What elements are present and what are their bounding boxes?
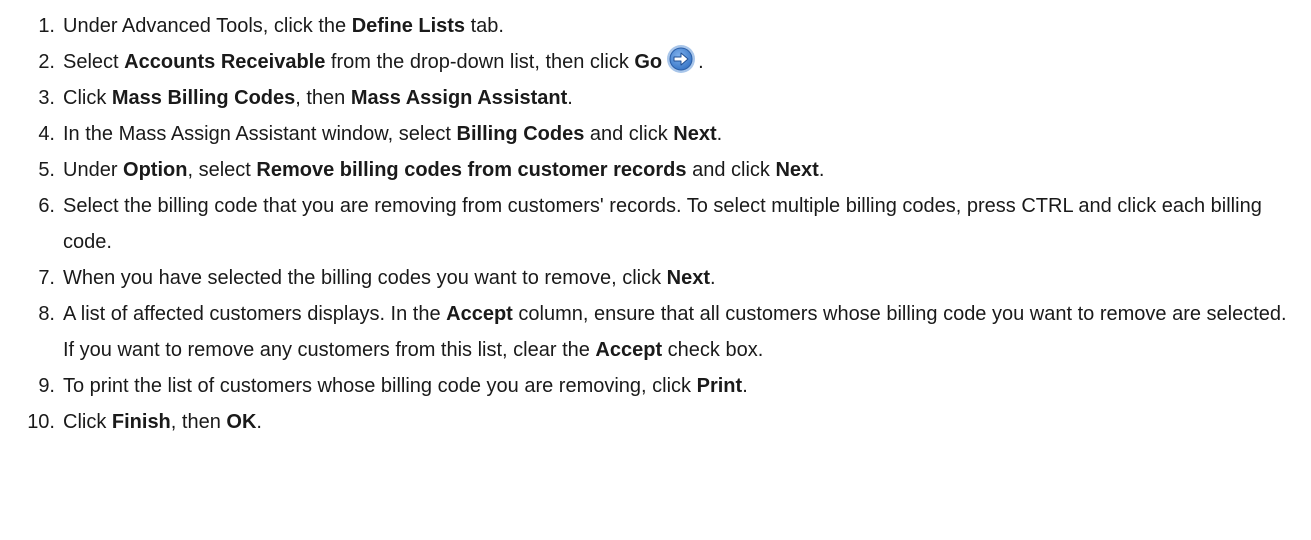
step-number: 1. [38,15,55,37]
ui-term: Accounts Receivable [124,51,326,73]
step-number: 2. [38,51,55,73]
step-text: check box. [662,339,764,361]
step-text: and click [686,159,776,181]
ui-term: Next [666,267,711,289]
ui-term: Mass Billing Codes [111,87,296,109]
step-text: In the Mass Assign Assistant window, sel… [63,123,457,145]
step-number: 8. [38,303,55,325]
step-text: When you have selected the billing codes… [63,267,667,289]
step-item: 10. Click Finish, then OK. [0,404,1311,440]
step-item: 1. Under Advanced Tools, click the Define… [0,8,1311,44]
step-text: and click [584,123,674,145]
step-text: Select [63,51,125,73]
step-number: 4. [38,123,55,145]
step-number: 9. [38,375,55,397]
step-number: 6. [38,195,55,217]
step-item: 3. Click Mass Billing Codes, then Mass As… [0,80,1311,116]
ui-term: Go [634,51,663,73]
step-text: . [710,267,716,289]
step-text: . [256,411,262,433]
step-text: , select [187,159,257,181]
ui-term: Accept [446,303,513,325]
step-number: 3. [38,87,55,109]
instruction-steps: 1. Under Advanced Tools, click the Define… [0,8,1311,440]
step-text: from the drop-down list, then click [325,51,635,73]
step-item: 5. Under Option, select Remove billing co… [0,152,1311,188]
step-text: , then [170,411,227,433]
step-text: Click [63,411,112,433]
step-text: . [742,375,748,397]
step-text: . [567,87,573,109]
step-item: 4. In the Mass Assign Assistant window, s… [0,116,1311,152]
step-item: 7. When you have selected the billing cod… [0,260,1311,296]
step-text: Under [63,159,124,181]
step-text: . [818,159,825,181]
step-text: , then [295,87,351,109]
ui-term: Print [696,375,743,397]
step-text: . [698,51,704,73]
step-text: tab. [465,15,504,37]
step-text: To print the list of customers whose bil… [63,375,697,397]
ui-term: Finish [111,411,171,433]
step-text: . [716,123,723,145]
step-text: Select the billing code that you are rem… [63,195,1262,253]
step-item: 2. Select Accounts Receivable from the dr… [0,44,1311,80]
step-number: 7. [38,267,55,289]
step-text: Under Advanced Tools, click the [63,15,352,37]
ui-term: Define Lists [351,15,466,37]
ui-term: Billing Codes [456,123,585,145]
ui-term: Next [673,123,717,145]
ui-term: Option [123,159,188,181]
ui-term: Next [775,159,819,181]
step-number: 5. [38,159,55,181]
ui-term: OK [226,411,257,433]
step-text: Click [63,87,112,109]
step-item: 6. Select the billing code that you are r… [0,188,1311,260]
step-text: A list of affected customers displays. I… [63,303,447,325]
ui-term: Remove billing codes from customer recor… [256,159,687,181]
go-arrow-icon [666,44,696,74]
ui-term: Accept [595,339,663,361]
ui-term: Mass Assign Assistant [350,87,568,109]
step-number: 10. [27,411,55,433]
step-item: 8. A list of affected customers displays.… [0,296,1311,368]
step-item: 9. To print the list of customers whose b… [0,368,1311,404]
